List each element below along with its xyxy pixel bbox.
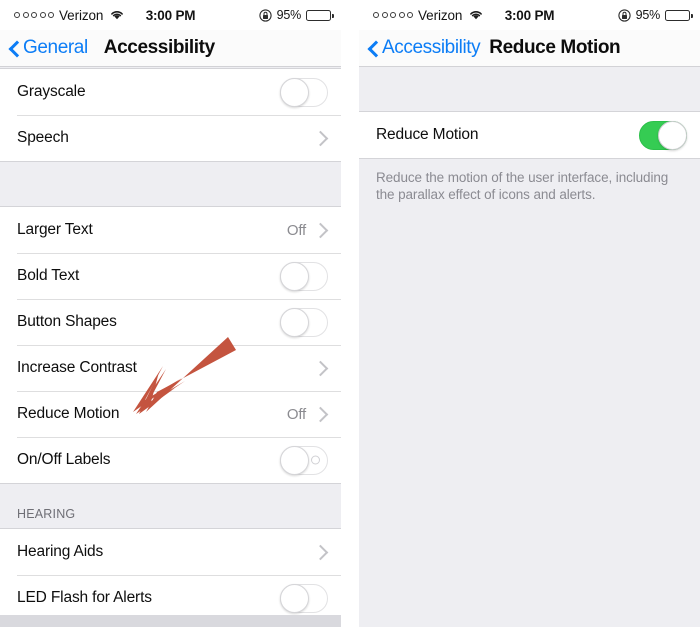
row-bold-text[interactable]: Bold Text [0,253,341,299]
row-button-shapes[interactable]: Button Shapes [0,299,341,345]
carrier-label: Verizon [59,7,104,23]
section-header-hearing: HEARING [0,484,341,528]
screenshot-stage: Verizon 3:00 PM 95% General Accessibilit… [0,0,700,627]
right-phone-panel: Verizon 3:00 PM 95% Accessibility Reduce… [359,0,700,627]
nav-bar-right: Accessibility Reduce Motion [359,30,700,67]
status-bar-right-group: 95% [617,8,693,22]
status-bar-right-group: 95% [258,8,334,22]
left-phone-panel: Verizon 3:00 PM 95% General Accessibilit… [0,0,341,627]
settings-group-3: Hearing Aids LED Flash for Alerts [0,528,341,622]
settings-group-2: Larger Text Off Bold Text Button Shapes … [0,206,341,484]
switch-button-shapes[interactable] [280,307,328,337]
row-grayscale[interactable]: Grayscale [0,69,341,115]
list-top-gap [359,67,700,111]
panel-bottom-edge [0,615,341,627]
row-on-off-labels[interactable]: On/Off Labels [0,437,341,483]
back-button-general[interactable]: General [9,37,88,59]
chevron-left-icon [368,39,379,58]
row-value: Off [286,221,306,239]
row-label: Increase Contrast [17,359,137,376]
group-gap-1 [0,162,341,206]
row-label: Grayscale [17,83,86,100]
panel-gutter [341,0,359,627]
row-value: Off [286,405,306,423]
row-label: LED Flash for Alerts [17,589,152,606]
battery-percent-label: 95% [635,8,661,22]
signal-dots-icon [373,12,413,18]
wifi-icon [469,8,483,23]
chevron-right-icon [312,360,329,376]
chevron-left-icon [9,39,20,58]
nav-bar-left: General Accessibility [0,30,341,67]
row-label: Button Shapes [17,313,117,330]
row-larger-text[interactable]: Larger Text Off [0,207,341,253]
carrier-label: Verizon [418,7,463,23]
status-bar-left-group: Verizon [373,8,483,23]
switch-on-off-labels[interactable] [280,445,328,475]
back-button-label: Accessibility [382,37,481,58]
chevron-right-icon [312,130,329,146]
row-label: Hearing Aids [17,543,104,560]
row-reduce-motion-toggle[interactable]: Reduce Motion [359,112,700,158]
battery-full-icon [665,9,693,21]
status-bar-left: Verizon 3:00 PM 95% [0,0,341,30]
settings-list-right[interactable]: Reduce Motion Reduce the motion of the u… [359,67,700,627]
switch-led-flash[interactable] [280,583,328,613]
switch-grayscale[interactable] [280,77,328,107]
row-reduce-motion[interactable]: Reduce Motion Off [0,391,341,437]
settings-group-1: Grayscale Speech [0,68,341,162]
off-label-glyph [311,455,320,465]
reduce-motion-description: Reduce the motion of the user interface,… [359,159,700,203]
row-label: Reduce Motion [17,405,120,422]
settings-list-left[interactable]: Grayscale Speech Larger Text Off Bold Te… [0,67,341,627]
row-label: Larger Text [17,221,93,238]
row-label: On/Off Labels [17,451,111,468]
switch-reduce-motion[interactable] [639,120,687,150]
rotation-lock-icon [258,8,272,22]
status-bar-right: Verizon 3:00 PM 95% [359,0,700,30]
row-label: Speech [17,129,69,146]
row-hearing-aids[interactable]: Hearing Aids [0,529,341,575]
chevron-right-icon [312,406,329,422]
row-increase-contrast[interactable]: Increase Contrast [0,345,341,391]
battery-percent-label: 95% [276,8,302,22]
reduce-motion-group: Reduce Motion [359,111,700,159]
switch-bold-text[interactable] [280,261,328,291]
wifi-icon [110,8,124,23]
status-bar-left-group: Verizon [14,8,124,23]
row-label: Reduce Motion [376,126,479,143]
chevron-right-icon [312,544,329,560]
battery-full-icon [306,9,334,21]
chevron-right-icon [312,222,329,238]
page-title-accessibility: Accessibility [103,37,215,58]
row-speech[interactable]: Speech [0,115,341,161]
page-title-reduce-motion: Reduce Motion [489,37,621,58]
back-button-accessibility[interactable]: Accessibility [368,37,481,59]
rotation-lock-icon [617,8,631,22]
signal-dots-icon [14,12,54,18]
back-button-label: General [23,37,88,58]
row-label: Bold Text [17,267,80,284]
